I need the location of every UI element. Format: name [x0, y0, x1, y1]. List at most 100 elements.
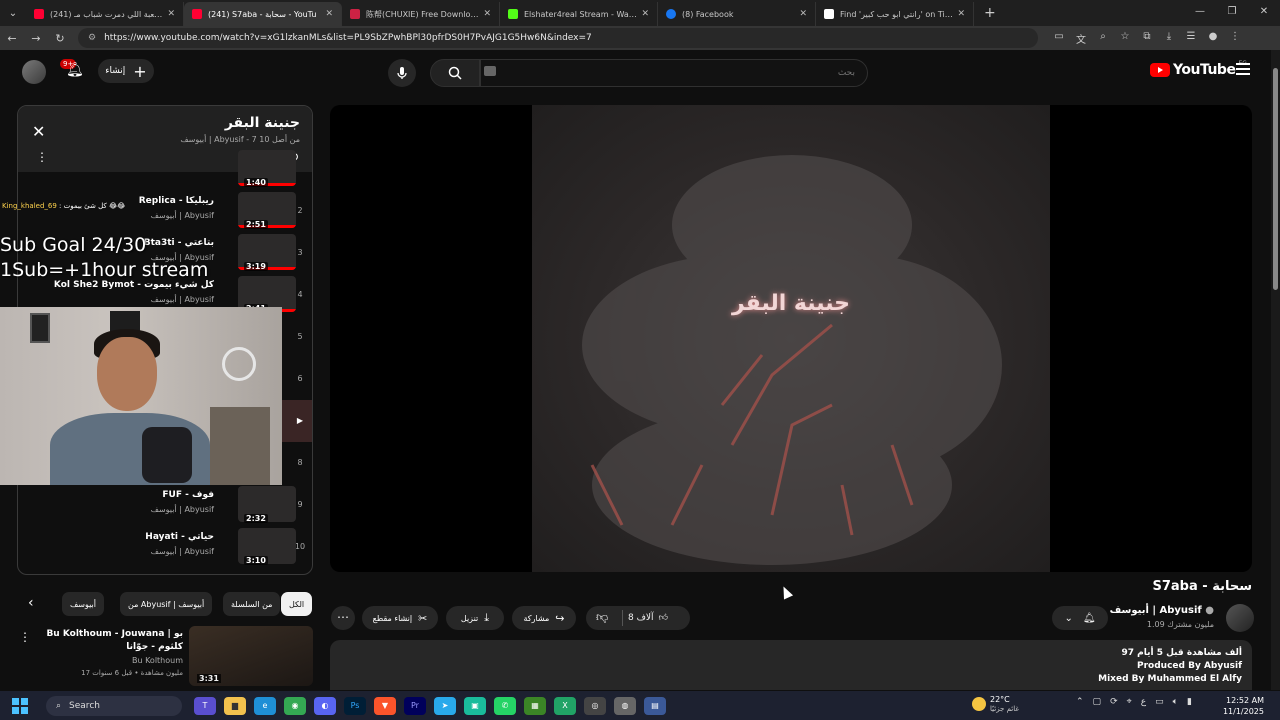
- list-item[interactable]: 1:40: [18, 150, 312, 188]
- more-options-icon[interactable]: ⋮: [36, 150, 48, 164]
- minimize-icon[interactable]: —: [1184, 0, 1216, 26]
- network-icon[interactable]: ▭: [1155, 697, 1164, 707]
- stream-sub-goal: Sub Goal 24/30 1Sub=+1hour stream: [0, 234, 209, 281]
- video-player[interactable]: جنينة البقر: [330, 105, 1252, 572]
- subscription-bell-button[interactable]: ⌄ 🔔︎: [1052, 606, 1108, 630]
- url-field[interactable]: ⚙ https://www.youtube.com/watch?v=xG1lzk…: [78, 28, 1038, 48]
- browser-tab-active[interactable]: (241) S7aba - سحابة - YouTu ✕: [184, 2, 342, 26]
- chip-from-abyusif[interactable]: من Abyusif | أبيوسف: [120, 592, 213, 616]
- photoshop-icon[interactable]: Ps: [344, 696, 366, 715]
- bell-icon[interactable]: 🔔︎: [66, 62, 84, 78]
- windows-start-icon[interactable]: [12, 697, 34, 714]
- browser-tab[interactable]: (8) Facebook ✕: [658, 2, 816, 26]
- tray-app-icon[interactable]: ▢: [1093, 697, 1102, 707]
- close-tab-icon[interactable]: ✕: [957, 9, 965, 19]
- site-info-icon[interactable]: ⚙: [88, 33, 96, 43]
- chip-abyusif[interactable]: أبيوسف: [62, 592, 104, 616]
- playlist-subtitle: أبيوسف | Abyusif - 7 من أصل 10: [180, 135, 300, 144]
- minecraft-icon[interactable]: ▦: [524, 696, 546, 715]
- list-item[interactable]: 10 3:10 Hayati - حياتي أبيوسف | Abyusif: [18, 526, 312, 568]
- close-tab-icon[interactable]: ✕: [167, 9, 175, 19]
- menu-icon[interactable]: [1236, 63, 1250, 78]
- page-scrollbar[interactable]: [1271, 50, 1280, 690]
- maximize-icon[interactable]: ❐: [1216, 0, 1248, 26]
- volume-icon[interactable]: 🔈︎: [1173, 697, 1178, 707]
- recommended-video[interactable]: ⋮ 3:31 Bu Kolthoum - Jouwana | بو كلثوم …: [17, 626, 313, 686]
- keyboard-icon[interactable]: [484, 66, 496, 76]
- bookmark-star-icon[interactable]: ☆: [1114, 31, 1136, 46]
- extensions-icon[interactable]: ⧉: [1136, 31, 1158, 46]
- whatsapp-icon[interactable]: ✆: [494, 696, 516, 715]
- browser-tab[interactable]: Find 'رانتي ابو حب كبير' on TikTo✕: [816, 2, 974, 26]
- telegram-icon[interactable]: ➤: [434, 696, 456, 715]
- youtube-logo[interactable]: YouTube EG: [1150, 60, 1247, 78]
- reload-icon[interactable]: ↻: [48, 32, 72, 45]
- obs-icon[interactable]: ◎: [584, 696, 606, 715]
- share-button[interactable]: مشاركة ↪: [512, 606, 576, 630]
- reading-list-icon[interactable]: ☰: [1180, 31, 1202, 46]
- list-item[interactable]: 9 2:32 FUF - فوف أبيوسف | Abyusif: [18, 484, 312, 526]
- tray-chevron-icon[interactable]: ⌃: [1076, 697, 1084, 707]
- list-item[interactable]: 2 2:51 Replica - ريبليكا أبيوسف | Abyusi…: [18, 190, 312, 232]
- teams-icon[interactable]: T: [194, 696, 216, 715]
- file-explorer-icon[interactable]: ▆: [224, 696, 246, 715]
- tree-artwork: [582, 155, 1002, 565]
- share-icon: ↪: [555, 611, 565, 625]
- premiere-icon[interactable]: Pr: [404, 696, 426, 715]
- notepad-icon[interactable]: ▤: [644, 696, 666, 715]
- description-box[interactable]: 97 ألف مشاهدة قبل 5 أيام Produced By Aby…: [330, 640, 1252, 690]
- app-icon[interactable]: ◍: [614, 696, 636, 715]
- back-icon[interactable]: ←: [0, 32, 24, 45]
- like-button[interactable]: 8 آلاف 👍︎: [628, 606, 668, 630]
- browser-menu-icon[interactable]: ⋮: [1224, 31, 1246, 46]
- download-button[interactable]: تنزيل ⤓: [446, 606, 504, 630]
- search-icon: ⌕: [56, 700, 62, 711]
- cast-icon[interactable]: ▭: [1048, 31, 1070, 46]
- taskbar-clock[interactable]: 12:52 AM 11/1/2025: [1223, 695, 1264, 717]
- browser-toolbar-icons: ▭ 文 ⌕ ☆ ⧉ ⤓ ☰ ● ⋮: [1048, 31, 1246, 46]
- translate-icon[interactable]: 文: [1070, 31, 1092, 46]
- close-tab-icon[interactable]: ✕: [641, 9, 649, 19]
- forward-icon[interactable]: →: [24, 32, 48, 45]
- chevron-left-icon[interactable]: ‹: [28, 595, 34, 611]
- chip-all[interactable]: الكل: [281, 592, 313, 616]
- zoom-icon[interactable]: ⌕: [1092, 31, 1114, 46]
- tray-sync-icon[interactable]: ⟳: [1110, 697, 1118, 707]
- account-avatar[interactable]: [22, 60, 46, 84]
- close-icon[interactable]: ✕: [32, 122, 45, 141]
- voice-search-button[interactable]: [388, 59, 416, 87]
- playlist-title[interactable]: جنينة البقر: [225, 115, 300, 131]
- download-icon[interactable]: ⤓: [1158, 31, 1180, 46]
- kick-favicon-icon: [508, 9, 518, 19]
- taskbar-search[interactable]: ⌕ Search: [46, 695, 182, 716]
- excel-icon[interactable]: X: [554, 696, 576, 715]
- video-frame: جنينة البقر: [532, 105, 1050, 572]
- channel-name[interactable]: أبيوسف | Abyusif ●: [1110, 605, 1214, 616]
- search-button[interactable]: [430, 59, 480, 87]
- chrome-icon[interactable]: ◉: [284, 696, 306, 715]
- search-input[interactable]: [480, 59, 868, 87]
- discord-icon[interactable]: ◐: [314, 696, 336, 715]
- create-button[interactable]: إنشاء +: [98, 59, 154, 83]
- new-tab-icon[interactable]: +: [984, 5, 996, 21]
- tray-location-icon[interactable]: ⌖: [1127, 697, 1132, 707]
- close-tab-icon[interactable]: ✕: [483, 9, 491, 19]
- clip-button[interactable]: إنشاء مقطع ✂: [362, 606, 438, 630]
- brave-icon[interactable]: ▼: [374, 696, 396, 715]
- weather-widget[interactable]: 22°C غائم جزئيًا: [972, 695, 1019, 713]
- close-tab-icon[interactable]: ✕: [799, 9, 807, 19]
- chip-from-series[interactable]: من السلسلة: [223, 592, 281, 616]
- edge-icon[interactable]: e: [254, 696, 276, 715]
- close-tab-icon[interactable]: ✕: [325, 9, 333, 19]
- browser-tab[interactable]: Elshater4real Stream - Watch L ✕: [500, 2, 658, 26]
- tab-search-icon[interactable]: ⌄: [0, 0, 26, 26]
- app-icon[interactable]: ▣: [464, 696, 486, 715]
- profile-icon[interactable]: ●: [1202, 31, 1224, 46]
- battery-icon[interactable]: ▮: [1187, 697, 1192, 707]
- browser-tab[interactable]: (241) اللعبة اللي دمرت شباب مـ...✕: [26, 2, 184, 26]
- dislike-icon[interactable]: 👎︎: [596, 610, 608, 625]
- browser-tab[interactable]: 陈帮(CHUXIE) Free Download (✕: [342, 2, 500, 26]
- close-window-icon[interactable]: ✕: [1248, 0, 1280, 26]
- channel-avatar[interactable]: [1226, 604, 1254, 632]
- more-actions-button[interactable]: ⋯: [331, 606, 355, 630]
